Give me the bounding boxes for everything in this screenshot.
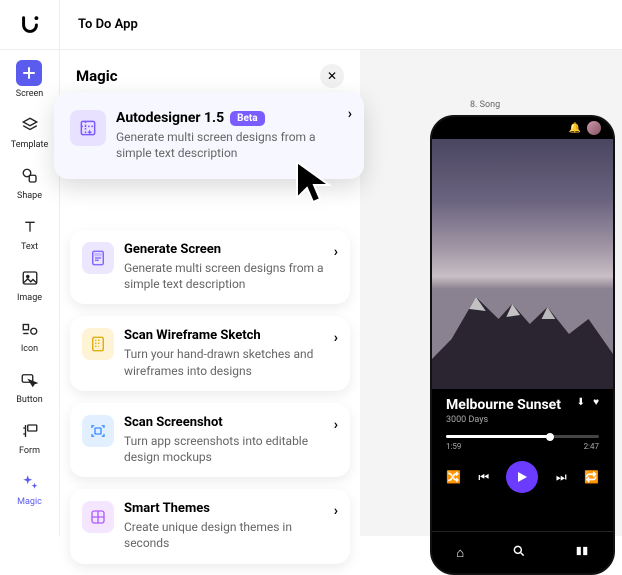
card-desc: Create unique design themes in seconds xyxy=(124,519,338,551)
song-title: Melbourne Sunset xyxy=(446,397,561,413)
card-title: Scan Wireframe Sketch xyxy=(124,328,338,343)
time-elapsed: 1:59 xyxy=(446,442,461,451)
prev-icon[interactable]: ⏮ xyxy=(478,470,489,485)
progress-thumb[interactable] xyxy=(546,433,554,441)
next-icon[interactable]: ⏭ xyxy=(556,470,567,485)
shape-icon xyxy=(18,164,42,188)
sidebar-label: Template xyxy=(11,140,48,150)
topbar: To Do App xyxy=(0,0,622,50)
album-artwork xyxy=(432,139,613,389)
song-artist: 3000 Days xyxy=(446,415,561,425)
time-total: 2:47 xyxy=(584,442,599,451)
card-generate-screen[interactable]: Generate Screen Generate multi screen de… xyxy=(70,230,350,304)
sidebar-label: Magic xyxy=(17,497,42,507)
phone-mockup: 🔔 Melbourne Sunset 3000 Days xyxy=(430,115,615,575)
wireframe-icon xyxy=(82,328,114,360)
card-desc: Generate multi screen designs from a sim… xyxy=(116,129,348,161)
panel-title: Magic xyxy=(76,67,118,85)
close-icon: ✕ xyxy=(327,69,337,83)
icon-icon xyxy=(18,317,42,341)
card-title: Generate Screen xyxy=(124,242,338,257)
avatar[interactable] xyxy=(587,121,601,135)
card-desc: Generate multi screen designs from a sim… xyxy=(124,260,338,292)
card-desc: Turn your hand-drawn sketches and wirefr… xyxy=(124,346,338,378)
sparkle-icon xyxy=(18,470,42,494)
sidebar-item-form[interactable]: Form xyxy=(18,419,42,456)
cursor-icon xyxy=(293,158,337,212)
download-icon[interactable]: ⬇ xyxy=(577,397,585,408)
sidebar-label: Icon xyxy=(21,344,38,354)
card-scan-screenshot[interactable]: Scan Screenshot Turn app screenshots int… xyxy=(70,403,350,477)
card-smart-themes[interactable]: Smart Themes Create unique design themes… xyxy=(70,489,350,563)
card-title: Autodesigner 1.5 xyxy=(116,110,224,126)
home-icon[interactable]: ⌂ xyxy=(456,545,464,561)
card-desc: Turn app screenshots into editable desig… xyxy=(124,433,338,465)
chevron-right-icon: › xyxy=(334,244,338,260)
card-title: Smart Themes xyxy=(124,501,338,516)
library-icon[interactable] xyxy=(575,544,589,562)
sidebar-item-shape[interactable]: Shape xyxy=(17,164,42,201)
sidebar-label: Button xyxy=(16,395,42,405)
design-canvas[interactable]: 8. Song 🔔 Melbourne Sunset xyxy=(360,50,622,536)
autodesigner-icon xyxy=(70,110,106,146)
plus-icon xyxy=(16,60,42,86)
sidebar-label: Screen xyxy=(16,89,44,99)
sidebar-item-button[interactable]: Button xyxy=(16,368,42,405)
artboard-label: 8. Song xyxy=(470,100,500,110)
beta-badge: Beta xyxy=(230,111,265,126)
magic-panel: Magic ✕ Autodesigner 1.5 Beta Generate m… xyxy=(60,50,360,536)
sidebar-item-image[interactable]: Image xyxy=(17,266,42,303)
app-logo[interactable] xyxy=(0,0,60,49)
close-panel-button[interactable]: ✕ xyxy=(320,64,344,88)
shuffle-icon[interactable]: 🔀 xyxy=(446,470,461,484)
sidebar-label: Image xyxy=(17,293,42,303)
form-icon xyxy=(18,419,42,443)
chevron-right-icon: › xyxy=(334,417,338,433)
sidebar-label: Text xyxy=(21,242,38,252)
image-icon xyxy=(18,266,42,290)
progress-track[interactable] xyxy=(446,435,599,438)
screenshot-icon xyxy=(82,415,114,447)
sidebar-label: Shape xyxy=(17,191,42,201)
progress-fill xyxy=(446,435,550,438)
layers-icon xyxy=(18,113,42,137)
card-title: Scan Screenshot xyxy=(124,415,338,430)
play-button[interactable] xyxy=(506,461,538,493)
tool-sidebar: Screen Template Shape Text Image Icon Bu… xyxy=(0,50,60,536)
chevron-right-icon: › xyxy=(334,330,338,346)
heart-icon[interactable]: ♥ xyxy=(593,397,599,408)
project-title: To Do App xyxy=(60,17,138,32)
themes-icon xyxy=(82,501,114,533)
phone-bottom-nav: ⌂ xyxy=(432,531,613,573)
sidebar-item-magic[interactable]: Magic xyxy=(17,470,42,507)
card-scan-wireframe[interactable]: Scan Wireframe Sketch Turn your hand-dra… xyxy=(70,316,350,390)
repeat-icon[interactable]: 🔁 xyxy=(584,470,599,484)
chevron-right-icon: › xyxy=(348,106,352,122)
chevron-right-icon: › xyxy=(334,503,338,519)
search-icon[interactable] xyxy=(512,544,526,562)
sidebar-item-icon[interactable]: Icon xyxy=(18,317,42,354)
generate-screen-icon xyxy=(82,242,114,274)
button-icon xyxy=(17,368,41,392)
sidebar-label: Form xyxy=(19,446,40,456)
text-icon xyxy=(18,215,42,239)
sidebar-item-screen[interactable]: Screen xyxy=(16,60,44,99)
bell-icon[interactable]: 🔔 xyxy=(569,123,581,134)
sidebar-item-text[interactable]: Text xyxy=(18,215,42,252)
sidebar-item-template[interactable]: Template xyxy=(11,113,48,150)
